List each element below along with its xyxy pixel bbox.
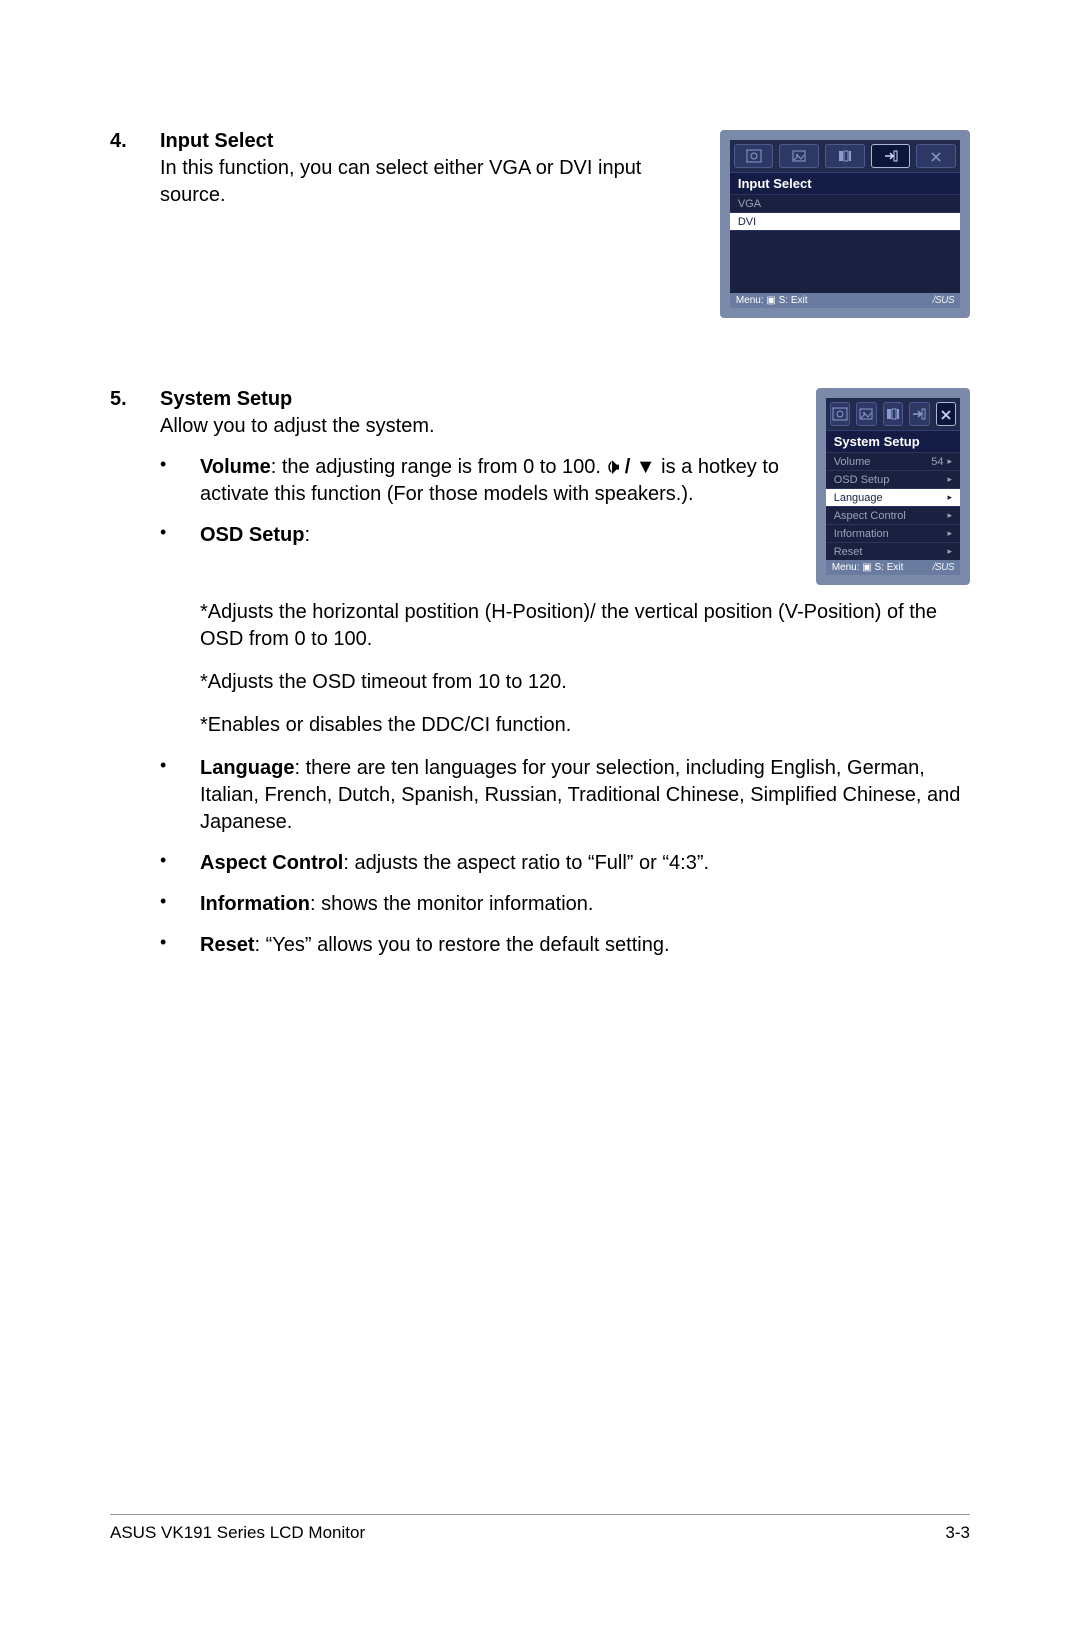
osd2-footer-left: Menu: ▣ S: Exit xyxy=(832,562,904,573)
osd-tab-color-icon xyxy=(883,402,903,426)
bullet-dot xyxy=(160,454,200,508)
osd1-title: Input Select xyxy=(730,172,960,194)
section5-para: Allow you to adjust the system. xyxy=(160,413,786,440)
osd1-footer-left: Menu: ▣ S: Exit xyxy=(736,295,808,306)
osd2-title: System Setup xyxy=(826,430,960,452)
volume-hotkey-icon: 🕩 / ▼ xyxy=(607,456,656,478)
osd-tab-system-icon xyxy=(916,144,956,168)
osd-setup-details: *Adjusts the horizontal postition (H-Pos… xyxy=(200,599,970,739)
section5-title: System Setup xyxy=(160,388,786,411)
osd-tab-splendid-icon xyxy=(830,402,850,426)
osd2-item-aspect: Aspect Control▸ xyxy=(826,506,960,524)
osd2-item-volume: Volume 54▸ xyxy=(826,452,960,470)
osd-tab-input-icon xyxy=(909,402,929,426)
section4-para: In this function, you can select either … xyxy=(160,155,690,209)
osd-input-select: Input Select VGA DVI Menu: ▣ S: Exit /SU… xyxy=(720,130,970,318)
bullet-dot xyxy=(160,850,200,877)
osd2-item-osd-setup: OSD Setup▸ xyxy=(826,470,960,488)
osd1-footer-brand: /SUS xyxy=(933,295,954,306)
bullet-osd-setup-heading: OSD Setup: xyxy=(200,522,786,549)
osd-tab-input-icon xyxy=(871,144,911,168)
bullet-dot xyxy=(160,932,200,959)
bullet-dot xyxy=(160,891,200,918)
bullet-volume: Volume: the adjusting range is from 0 to… xyxy=(200,454,786,508)
page-footer-right: 3-3 xyxy=(945,1523,970,1543)
osd-system-setup: System Setup Volume 54▸ OSD Setup▸ Langu… xyxy=(816,388,970,585)
osd1-item-vga: VGA xyxy=(730,194,960,212)
osd2-item-language: Language▸ xyxy=(826,488,960,506)
section5-number: 5. xyxy=(110,388,160,959)
bullet-aspect: Aspect Control: adjusts the aspect ratio… xyxy=(200,850,970,877)
bullet-language: Language: there are ten languages for yo… xyxy=(200,755,970,836)
section4-number: 4. xyxy=(110,130,160,318)
osd-tab-image-icon xyxy=(779,144,819,168)
page-footer-left: ASUS VK191 Series LCD Monitor xyxy=(110,1523,365,1543)
osd1-item-dvi: DVI xyxy=(730,212,960,230)
section4-title: Input Select xyxy=(160,130,690,153)
osd2-item-info: Information▸ xyxy=(826,524,960,542)
osd2-footer-brand: /SUS xyxy=(933,562,954,573)
bullet-dot xyxy=(160,522,200,549)
osd-tab-splendid-icon xyxy=(734,144,774,168)
osd-tab-color-icon xyxy=(825,144,865,168)
osd-tab-system-icon xyxy=(936,402,956,426)
osd2-item-reset: Reset▸ xyxy=(826,542,960,560)
osd-tab-image-icon xyxy=(856,402,876,426)
bullet-reset: Reset: “Yes” allows you to restore the d… xyxy=(200,932,970,959)
bullet-information: Information: shows the monitor informati… xyxy=(200,891,970,918)
bullet-dot xyxy=(160,755,200,836)
